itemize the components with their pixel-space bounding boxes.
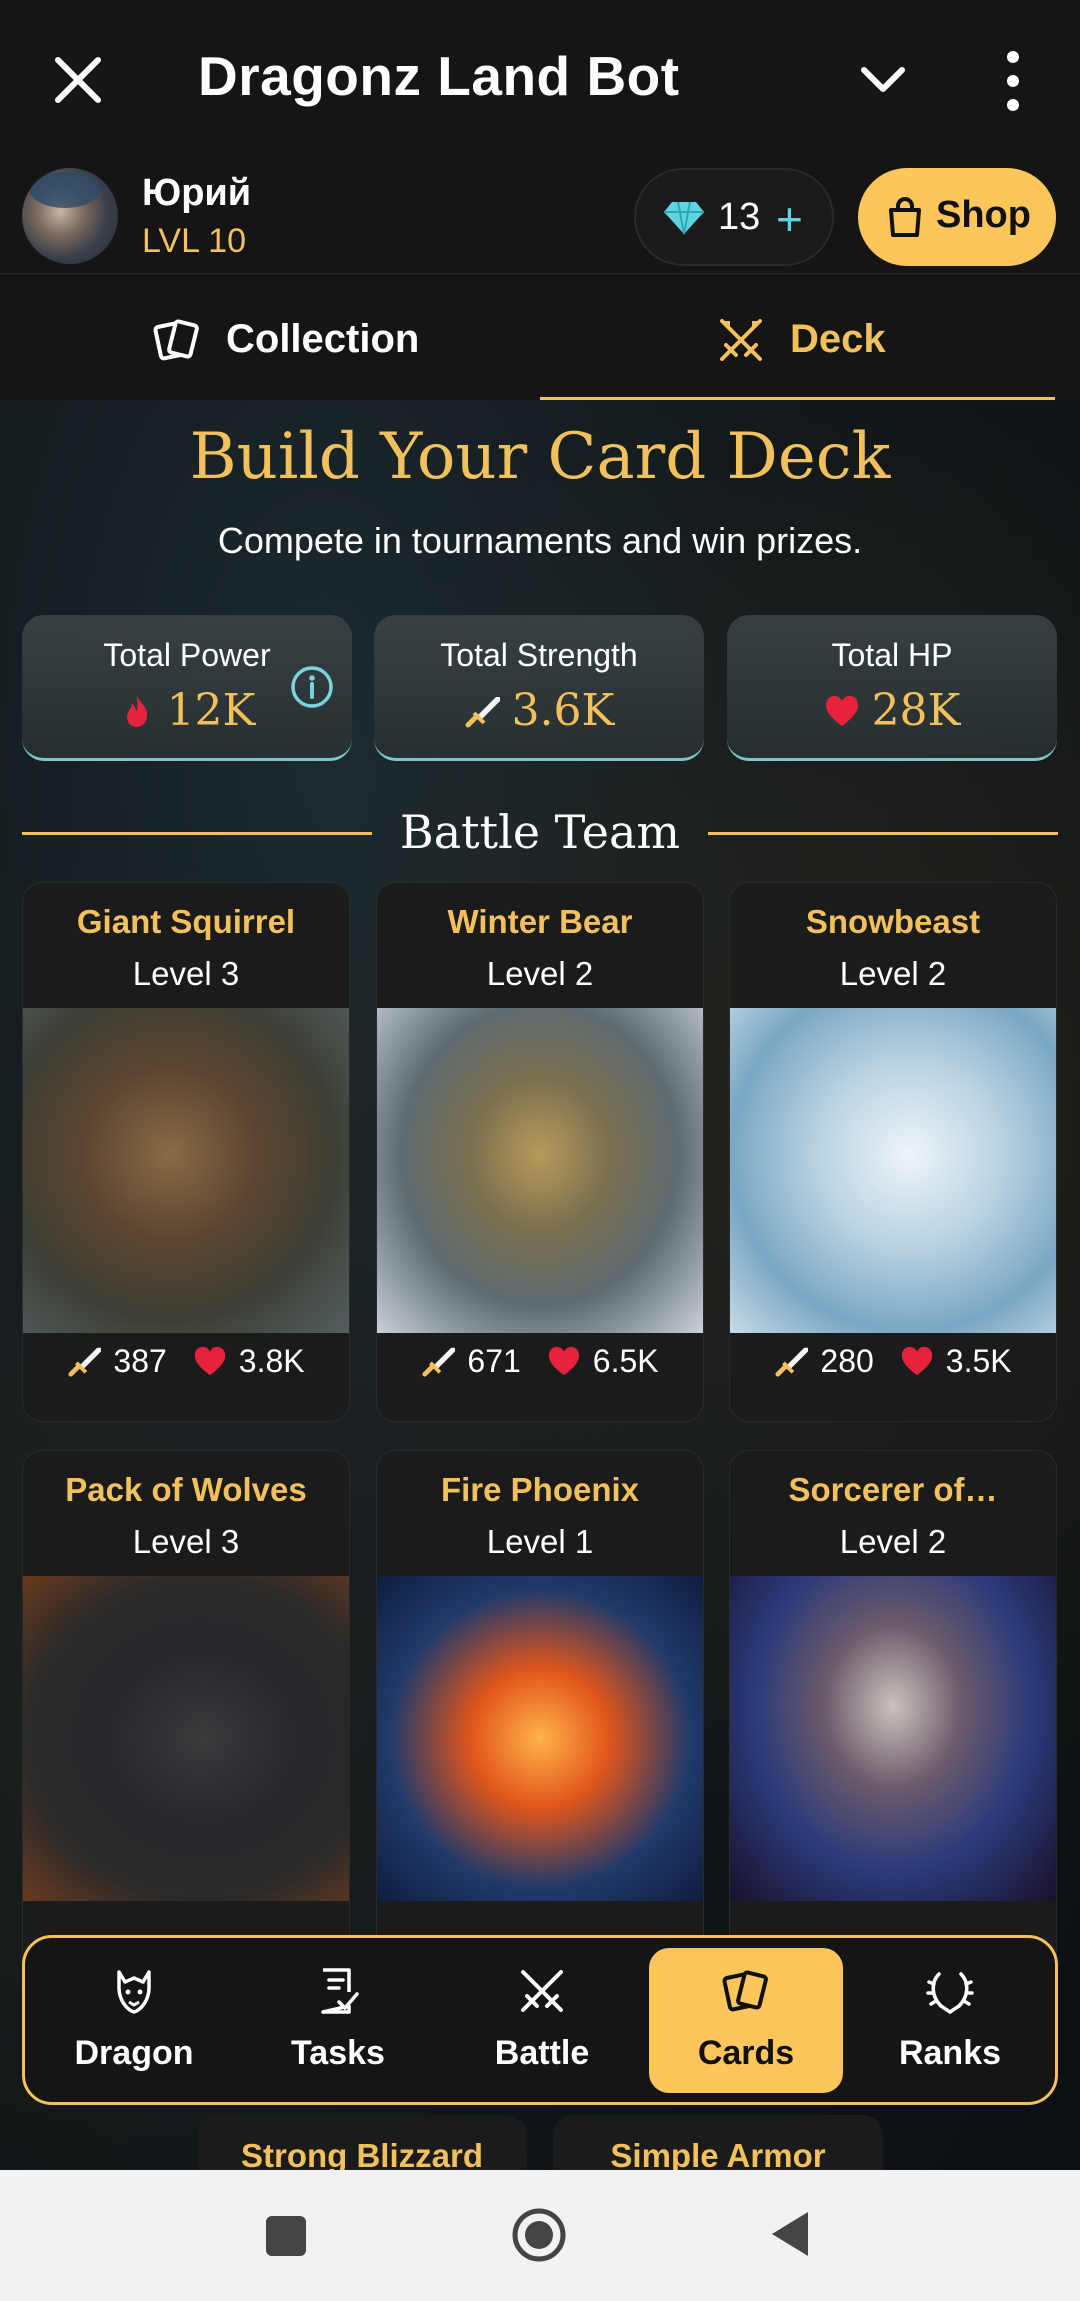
- card-stats: 387 3.8K: [23, 1343, 349, 1403]
- page-title: Build Your Card Deck: [189, 420, 891, 494]
- heart-icon: [825, 696, 858, 726]
- diamond-icon: [664, 201, 704, 235]
- laurel-icon: [926, 1972, 974, 2015]
- info-icon[interactable]: [290, 665, 334, 709]
- tab-collection[interactable]: Collection: [0, 277, 540, 400]
- shop-button[interactable]: Shop: [858, 168, 1056, 266]
- card-sorcerer[interactable]: Sorcerer of… Level 2: [729, 1450, 1057, 1990]
- tab-collection-label: Collection: [226, 317, 420, 361]
- card-strength: 280: [820, 1343, 874, 1379]
- card-stats: 671 6.5K: [377, 1343, 703, 1403]
- card-artwork: [377, 1576, 703, 1901]
- tasks-icon: [321, 1968, 359, 2014]
- nav-cards[interactable]: Cards: [649, 1948, 843, 2093]
- card-name: Fire Phoenix: [440, 1471, 640, 1508]
- nav-tasks[interactable]: Tasks: [241, 1948, 435, 2093]
- card-giant-squirrel[interactable]: Giant Squirrel Level 3 387 3.8K: [22, 882, 350, 1422]
- tab-bar: Collection Deck: [0, 277, 1080, 400]
- card-name: Pack of Wolves: [65, 1471, 307, 1508]
- card-simple-armor[interactable]: Simple Armor: [553, 2115, 883, 2175]
- card-artwork: [730, 1576, 1056, 1901]
- card-stats: 280 3.5K: [730, 1343, 1056, 1403]
- nav-ranks[interactable]: Ranks: [853, 1948, 1047, 2093]
- cards-icon: [153, 319, 199, 361]
- card-level: Level 1: [486, 1523, 594, 1560]
- total-strength-label: Total Strength: [440, 637, 638, 673]
- card-name: Giant Squirrel: [76, 903, 296, 940]
- card-artwork: [23, 1008, 349, 1333]
- bottom-navigation: Dragon Tasks Battle Cards Ranks: [22, 1935, 1058, 2105]
- user-level: LVL 10: [142, 222, 246, 260]
- card-hp: 3.8K: [238, 1343, 305, 1379]
- more-vertical-icon[interactable]: [996, 48, 1030, 114]
- nav-battle[interactable]: Battle: [445, 1948, 639, 2093]
- heart-icon: [901, 1346, 932, 1376]
- deck-builder: Build Your Card Deck Compete in tourname…: [0, 400, 1080, 2170]
- nav-dragon[interactable]: Dragon: [37, 1948, 231, 2093]
- card-name: Snowbeast: [805, 903, 981, 940]
- card-name: Sorcerer of…: [788, 1471, 998, 1508]
- card-winter-bear[interactable]: Winter Bear Level 2 671 6.5K: [376, 882, 704, 1422]
- add-gems-icon[interactable]: +: [776, 192, 803, 246]
- card-level: Level 3: [132, 955, 240, 992]
- card-pack-of-wolves[interactable]: Pack of Wolves Level 3: [22, 1450, 350, 1990]
- card-name: Winter Bear: [447, 903, 633, 940]
- system-navigation-bar: [0, 2170, 1080, 2301]
- shopping-bag-icon: [889, 197, 921, 237]
- card-strong-blizzard[interactable]: Strong Blizzard: [197, 2115, 527, 2175]
- gems-balance[interactable]: 13 +: [634, 168, 834, 266]
- chevron-down-icon[interactable]: [858, 55, 908, 105]
- sword-icon: [68, 1347, 102, 1377]
- nav-battle-label: Battle: [494, 2034, 590, 2072]
- total-strength-value: 3.6K: [511, 685, 615, 736]
- card-hp: 3.5K: [945, 1343, 1012, 1379]
- divider: [708, 832, 1058, 835]
- total-hp-value: 28K: [871, 685, 961, 736]
- sword-icon: [422, 1347, 456, 1377]
- card-strength: 387: [113, 1343, 167, 1379]
- nav-tasks-label: Tasks: [291, 2034, 385, 2072]
- nav-dragon-label: Dragon: [74, 2034, 194, 2072]
- total-hp-stat: Total HP 28K: [727, 615, 1057, 761]
- recents-icon[interactable]: [266, 2216, 306, 2256]
- heart-icon: [548, 1346, 579, 1376]
- gems-count: 13: [718, 196, 761, 238]
- nav-cards-label: Cards: [697, 2034, 795, 2072]
- flame-icon: [126, 695, 147, 727]
- shop-label: Shop: [936, 194, 1031, 236]
- cards-icon: [722, 1970, 768, 2012]
- card-level: Level 2: [839, 1523, 947, 1560]
- card-hp: 6.5K: [592, 1343, 659, 1379]
- card-artwork: [377, 1008, 703, 1333]
- card-level: Level 3: [132, 1523, 240, 1560]
- tab-deck-label: Deck: [790, 317, 886, 361]
- heart-icon: [194, 1346, 225, 1376]
- app-title: Dragonz Land Bot: [198, 45, 680, 107]
- sword-icon: [465, 697, 500, 728]
- card-snowbeast[interactable]: Snowbeast Level 2 280 3.5K: [729, 882, 1057, 1422]
- card-artwork: [23, 1576, 349, 1901]
- profile-bar: Юрий LVL 10 13 + Shop: [0, 160, 1080, 275]
- user-name: Юрий: [142, 172, 252, 214]
- total-power-value: 12K: [166, 685, 256, 736]
- total-hp-label: Total HP: [831, 637, 953, 673]
- home-icon[interactable]: [510, 2206, 568, 2264]
- app-top-bar: Dragonz Land Bot: [0, 0, 1080, 160]
- tab-deck[interactable]: Deck: [540, 277, 1080, 400]
- page-subtitle: Compete in tournaments and win prizes.: [217, 520, 863, 561]
- card-fire-phoenix[interactable]: Fire Phoenix Level 1: [376, 1450, 704, 1990]
- close-icon[interactable]: [48, 50, 108, 110]
- sword-icon: [775, 1347, 809, 1377]
- card-level: Level 2: [839, 955, 947, 992]
- card-strength: 671: [467, 1343, 521, 1379]
- swords-icon: [521, 1970, 563, 2012]
- swords-icon: [720, 319, 762, 361]
- card-level: Level 2: [486, 955, 594, 992]
- card-artwork: [730, 1008, 1056, 1333]
- total-strength-stat: Total Strength 3.6K: [374, 615, 704, 761]
- dragon-icon: [117, 1970, 151, 2014]
- avatar[interactable]: [22, 168, 118, 264]
- nav-ranks-label: Ranks: [898, 2034, 1002, 2072]
- back-icon[interactable]: [768, 2208, 812, 2260]
